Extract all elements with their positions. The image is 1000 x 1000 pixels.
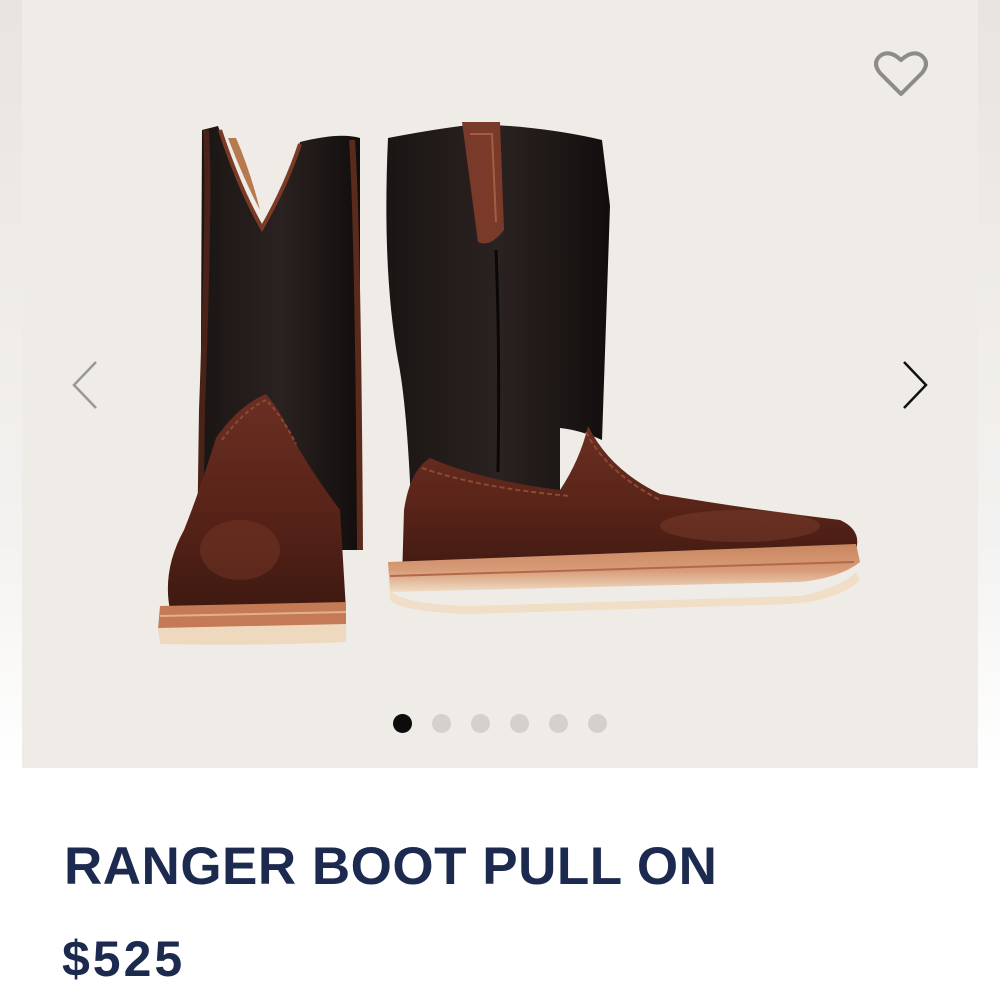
- product-title: RANGER BOOT PULL ON: [64, 837, 718, 896]
- heart-outline-icon: [874, 51, 928, 96]
- chevron-right-icon: [903, 361, 928, 409]
- pagination-dot-6[interactable]: [588, 714, 607, 733]
- left-boot: [158, 126, 363, 645]
- pagination-dot-4[interactable]: [510, 714, 529, 733]
- gallery-edge-right: [978, 0, 1000, 768]
- previous-image-button[interactable]: [60, 350, 110, 420]
- pagination-dot-2[interactable]: [432, 714, 451, 733]
- pagination-dot-1[interactable]: [393, 714, 412, 733]
- right-boot: [386, 122, 860, 614]
- favorite-button[interactable]: [868, 44, 934, 104]
- gallery-pagination: [393, 714, 607, 733]
- product-image[interactable]: [140, 110, 880, 690]
- chevron-left-icon: [72, 361, 97, 409]
- next-image-button[interactable]: [890, 350, 940, 420]
- gallery-edge-left: [0, 0, 22, 768]
- product-price: $525: [62, 931, 186, 987]
- product-image-gallery: [0, 0, 1000, 768]
- pagination-dot-3[interactable]: [471, 714, 490, 733]
- pagination-dot-5[interactable]: [549, 714, 568, 733]
